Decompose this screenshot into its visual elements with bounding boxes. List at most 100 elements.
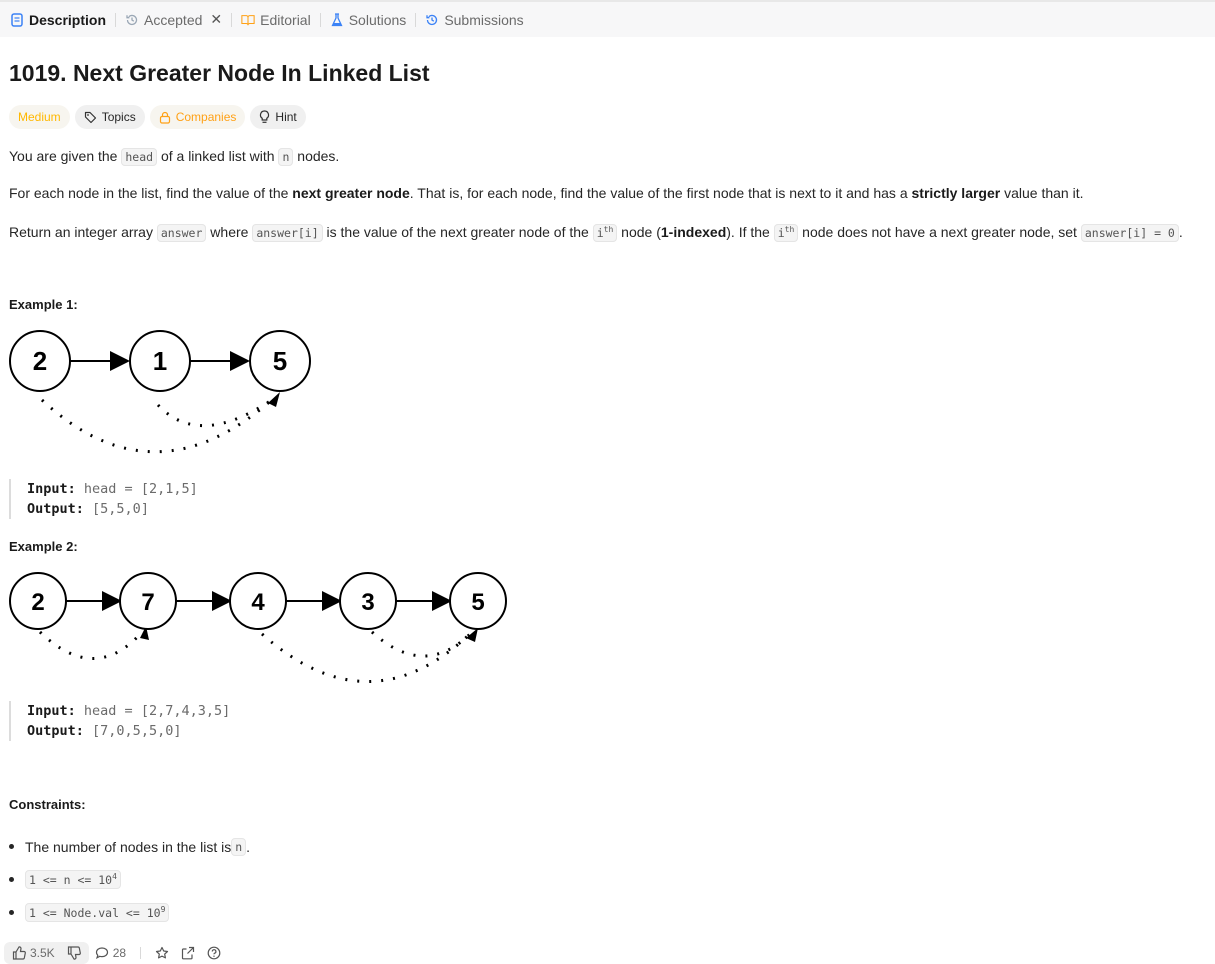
inline-code: ith (773, 223, 799, 242)
example-output-line: Output: [5,5,0] (27, 499, 198, 519)
tab-description[interactable]: Description (6, 12, 110, 28)
topics-tag-button[interactable]: Topics (74, 105, 145, 129)
share-button[interactable] (175, 946, 201, 960)
accepted-history-icon (125, 13, 139, 27)
problem-tags: Medium Topics Companies Hint (9, 105, 306, 129)
inline-code: n (231, 837, 247, 856)
inline-code: head (121, 148, 158, 166)
example-1-diagram: 2 1 5 (9, 330, 311, 454)
example-input-line: Input: head = [2,1,5] (27, 479, 198, 499)
text: You are given the (9, 148, 122, 164)
input-value: head = [2,1,5] (83, 481, 198, 497)
example-2-heading: Example 2: (9, 539, 78, 554)
tab-solutions[interactable]: Solutions (326, 12, 411, 28)
list-node: 2 (9, 572, 67, 630)
list-node: 2 (9, 330, 71, 392)
lock-icon (159, 111, 171, 124)
output-value: [7,0,5,5,0] (92, 723, 182, 739)
tab-separator (231, 12, 233, 27)
text: ). If the (726, 223, 774, 240)
input-label: Input: (27, 703, 76, 719)
description-paragraph: For each node in the list, find the valu… (9, 183, 1084, 203)
constraint-item: 1 <= n <= 104 (9, 863, 250, 896)
hint-label: Hint (275, 110, 297, 124)
text: node does not have a next greater node, … (798, 223, 1081, 240)
code-text: i (777, 225, 785, 240)
tab-editorial[interactable]: Editorial (237, 12, 315, 28)
description-paragraph: Return an integer array answer where ans… (9, 220, 1183, 243)
inline-code: n (278, 148, 294, 166)
constraints-heading: Constraints: (9, 797, 86, 812)
text: of a linked list with (157, 148, 279, 164)
example-input-line: Input: head = [2,7,4,3,5] (27, 701, 230, 721)
difficulty-badge: Medium (9, 105, 70, 129)
solutions-flask-icon (330, 12, 344, 27)
text: . That is, for each node, find the value… (409, 185, 912, 201)
favorite-button[interactable] (149, 946, 175, 960)
companies-label: Companies (175, 110, 237, 124)
node-value: 5 (273, 346, 287, 376)
constraint-item: The number of nodes in the list is n. (9, 830, 250, 863)
close-icon[interactable]: ✕ (210, 11, 222, 28)
list-node: 1 (129, 330, 191, 392)
output-value: [5,5,0] (92, 501, 149, 517)
text: The number of nodes in the list is (25, 838, 232, 855)
output-label: Output: (27, 723, 84, 739)
tab-separator (319, 12, 321, 27)
inline-code: answer (156, 223, 207, 242)
text: . (246, 838, 251, 855)
text: value than it. (1000, 185, 1084, 201)
node-value: 3 (361, 589, 374, 616)
like-count: 3.5K (30, 946, 55, 960)
description-icon (10, 12, 24, 27)
inline-code: ith (592, 223, 618, 242)
superscript: th (784, 225, 795, 234)
text: node ( (617, 223, 661, 240)
inline-code: 1 <= Node.val <= 109 (25, 903, 170, 922)
text: where (206, 223, 253, 240)
help-icon (207, 946, 221, 960)
bold-text: next greater node (292, 185, 410, 201)
example-2-diagram: 2 7 4 3 5 (9, 572, 507, 683)
input-value: head = [2,7,4,3,5] (83, 703, 231, 719)
hint-tag-button[interactable]: Hint (250, 105, 306, 129)
code-text: i (596, 225, 604, 240)
tab-description-label: Description (29, 11, 107, 28)
node-value: 2 (31, 589, 44, 616)
comment-count: 28 (112, 946, 127, 960)
code-text: 1 <= Node.val <= 10 (29, 905, 161, 920)
constraints-list: The number of nodes in the list is n. 1 … (9, 830, 250, 929)
text: nodes. (293, 148, 340, 164)
example-output-line: Output: [7,0,5,5,0] (27, 721, 230, 741)
dislike-button[interactable] (61, 946, 87, 960)
tab-accepted[interactable]: Accepted ✕ (121, 11, 226, 28)
like-button[interactable]: 3.5K (6, 946, 61, 960)
node-value: 7 (141, 589, 154, 616)
footer-separator (140, 947, 142, 959)
comments-button[interactable]: 28 (89, 946, 132, 960)
node-value: 4 (251, 589, 265, 616)
list-node: 4 (229, 572, 287, 630)
problem-footer: 3.5K 28 (0, 942, 227, 964)
example-1-heading: Example 1: (9, 297, 78, 312)
tab-solutions-label: Solutions (348, 11, 407, 28)
next-greater-dotted-arc (261, 630, 474, 683)
arc-arrowhead (268, 392, 280, 407)
inline-code: answer[i] = 0 (1080, 223, 1179, 242)
node-value: 1 (153, 346, 167, 376)
help-button[interactable] (201, 946, 227, 960)
superscript: 9 (160, 905, 166, 915)
tab-submissions[interactable]: Submissions (421, 12, 527, 28)
input-label: Input: (27, 481, 76, 497)
example-2-io: Input: head = [2,7,4,3,5] Output: [7,0,5… (9, 701, 230, 741)
list-node: 5 (249, 330, 311, 392)
comment-icon (95, 946, 109, 960)
tab-bar: Description Accepted ✕ Editorial Solutio… (0, 2, 1215, 37)
inline-code: answer[i] (252, 223, 323, 242)
node-value: 5 (471, 589, 484, 616)
tab-editorial-label: Editorial (260, 11, 311, 28)
companies-tag-button[interactable]: Companies (149, 105, 246, 129)
page-title[interactable]: 1019. Next Greater Node In Linked List (9, 60, 430, 87)
bold-text: 1-indexed (660, 223, 727, 240)
like-dislike-group: 3.5K (4, 942, 89, 964)
